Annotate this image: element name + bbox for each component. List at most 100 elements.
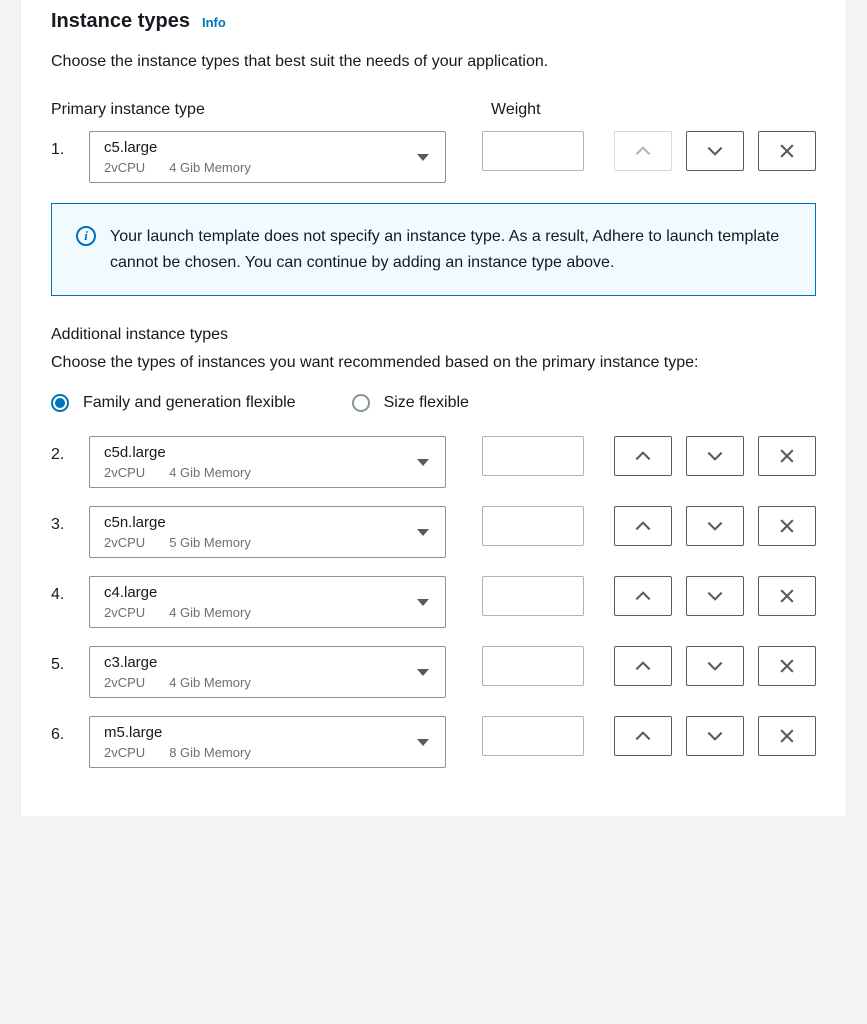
- move-down-button[interactable]: [686, 576, 744, 616]
- instance-type-select[interactable]: m5.large 2vCPU 8 Gib Memory: [89, 716, 446, 768]
- close-icon: [777, 726, 797, 746]
- radio-family-flexible[interactable]: Family and generation flexible: [51, 394, 296, 412]
- section-header: Instance types Info: [51, 0, 816, 53]
- chevron-down-icon: [417, 459, 429, 466]
- chevron-up-icon: [633, 586, 653, 606]
- remove-button[interactable]: [758, 131, 816, 171]
- chevron-up-icon: [633, 516, 653, 536]
- remove-button[interactable]: [758, 436, 816, 476]
- instance-memory: 4 Gib Memory: [169, 605, 251, 620]
- instance-name: c5.large: [104, 139, 417, 156]
- instance-name: c5d.large: [104, 444, 417, 461]
- instance-vcpu: 2vCPU: [104, 535, 145, 550]
- radio-icon: [352, 394, 370, 412]
- remove-button[interactable]: [758, 646, 816, 686]
- weight-input[interactable]: [482, 576, 584, 616]
- row-number: 3.: [51, 506, 89, 534]
- instance-type-select[interactable]: c5.large 2vCPU 4 Gib Memory: [89, 131, 446, 183]
- instance-type-select[interactable]: c3.large 2vCPU 4 Gib Memory: [89, 646, 446, 698]
- close-icon: [777, 656, 797, 676]
- radio-size-flexible[interactable]: Size flexible: [352, 394, 469, 412]
- additional-instance-row: 4. c4.large 2vCPU 4 Gib Memory: [51, 576, 816, 628]
- chevron-down-icon: [705, 586, 725, 606]
- row-number: 6.: [51, 716, 89, 744]
- chevron-down-icon: [705, 446, 725, 466]
- chevron-down-icon: [705, 656, 725, 676]
- chevron-down-icon: [417, 529, 429, 536]
- radio-label: Family and generation flexible: [83, 394, 296, 412]
- instance-name: m5.large: [104, 724, 417, 741]
- instance-memory: 8 Gib Memory: [169, 745, 251, 760]
- info-icon: i: [76, 226, 96, 246]
- instance-vcpu: 2vCPU: [104, 465, 145, 480]
- info-alert: i Your launch template does not specify …: [51, 203, 816, 296]
- additional-help: Choose the types of instances you want r…: [51, 354, 816, 372]
- chevron-down-icon: [417, 599, 429, 606]
- close-icon: [777, 141, 797, 161]
- close-icon: [777, 446, 797, 466]
- move-up-button[interactable]: [614, 716, 672, 756]
- instance-memory: 5 Gib Memory: [169, 535, 251, 550]
- instance-name: c5n.large: [104, 514, 417, 531]
- row-number: 5.: [51, 646, 89, 674]
- instance-vcpu: 2vCPU: [104, 605, 145, 620]
- weight-input[interactable]: [482, 506, 584, 546]
- radio-label: Size flexible: [384, 394, 469, 412]
- radio-icon: [51, 394, 69, 412]
- row-number: 2.: [51, 436, 89, 464]
- close-icon: [777, 516, 797, 536]
- move-down-button[interactable]: [686, 646, 744, 686]
- flexibility-radio-group: Family and generation flexible Size flex…: [51, 394, 816, 412]
- additional-title: Additional instance types: [51, 326, 816, 344]
- instance-type-select[interactable]: c5d.large 2vCPU 4 Gib Memory: [89, 436, 446, 488]
- instance-vcpu: 2vCPU: [104, 745, 145, 760]
- additional-instance-row: 5. c3.large 2vCPU 4 Gib Memory: [51, 646, 816, 698]
- move-up-button[interactable]: [614, 436, 672, 476]
- section-description: Choose the instance types that best suit…: [51, 53, 816, 71]
- additional-instance-row: 2. c5d.large 2vCPU 4 Gib Memory: [51, 436, 816, 488]
- instance-memory: 4 Gib Memory: [169, 465, 251, 480]
- chevron-down-icon: [417, 739, 429, 746]
- close-icon: [777, 586, 797, 606]
- instance-memory: 4 Gib Memory: [169, 675, 251, 690]
- chevron-down-icon: [417, 669, 429, 676]
- remove-button[interactable]: [758, 506, 816, 546]
- row-number: 1.: [51, 131, 89, 159]
- move-up-button[interactable]: [614, 506, 672, 546]
- chevron-up-icon: [633, 141, 653, 161]
- move-down-button[interactable]: [686, 436, 744, 476]
- instance-name: c3.large: [104, 654, 417, 671]
- instance-type-select[interactable]: c4.large 2vCPU 4 Gib Memory: [89, 576, 446, 628]
- primary-instance-row: 1. c5.large 2vCPU 4 Gib Memory: [51, 131, 816, 183]
- weight-input[interactable]: [482, 131, 584, 171]
- weight-input[interactable]: [482, 716, 584, 756]
- instance-vcpu: 2vCPU: [104, 675, 145, 690]
- row-number: 4.: [51, 576, 89, 604]
- page-title: Instance types: [51, 10, 190, 33]
- alert-text: Your launch template does not specify an…: [110, 224, 795, 275]
- chevron-up-icon: [633, 656, 653, 676]
- move-down-button[interactable]: [686, 716, 744, 756]
- chevron-down-icon: [705, 726, 725, 746]
- additional-instance-row: 6. m5.large 2vCPU 8 Gib Memory: [51, 716, 816, 768]
- instance-type-select[interactable]: c5n.large 2vCPU 5 Gib Memory: [89, 506, 446, 558]
- chevron-up-icon: [633, 446, 653, 466]
- move-down-button[interactable]: [686, 506, 744, 546]
- chevron-down-icon: [705, 516, 725, 536]
- move-up-button[interactable]: [614, 646, 672, 686]
- remove-button[interactable]: [758, 576, 816, 616]
- remove-button[interactable]: [758, 716, 816, 756]
- primary-label: Primary instance type: [51, 101, 491, 119]
- chevron-down-icon: [417, 154, 429, 161]
- move-up-button[interactable]: [614, 131, 672, 171]
- move-up-button[interactable]: [614, 576, 672, 616]
- chevron-up-icon: [633, 726, 653, 746]
- weight-input[interactable]: [482, 646, 584, 686]
- instance-memory: 4 Gib Memory: [169, 160, 251, 175]
- instance-vcpu: 2vCPU: [104, 160, 145, 175]
- weight-input[interactable]: [482, 436, 584, 476]
- instance-name: c4.large: [104, 584, 417, 601]
- move-down-button[interactable]: [686, 131, 744, 171]
- info-link[interactable]: Info: [202, 15, 226, 30]
- additional-instance-row: 3. c5n.large 2vCPU 5 Gib Memory: [51, 506, 816, 558]
